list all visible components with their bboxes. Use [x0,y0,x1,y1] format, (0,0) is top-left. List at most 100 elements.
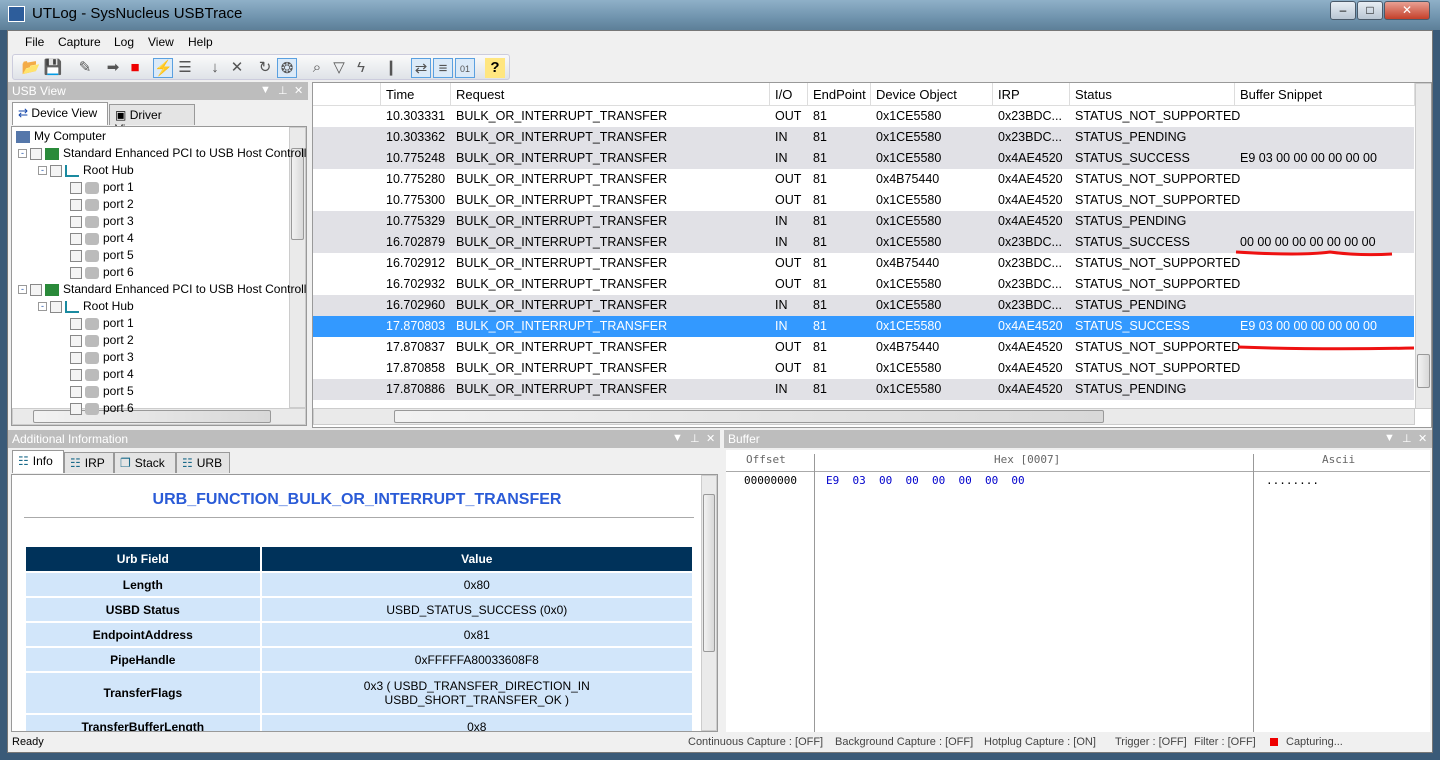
checkbox[interactable] [70,385,82,398]
hex-bytes[interactable]: E9 03 00 00 00 00 00 00 [826,474,1025,487]
find-icon[interactable]: ⌕ [307,58,327,78]
pin-icon[interactable]: ⊥ [278,84,288,97]
column-header-buffer-snippet[interactable]: Buffer Snippet [1235,83,1415,106]
table-row[interactable]: 16.702932 BULK_OR_INTERRUPT_TRANSFER OUT 81… [313,274,1414,295]
tree-item-port[interactable]: port 5 [70,384,134,398]
filter-icon[interactable]: ▽ [329,58,349,78]
tree-item-port[interactable]: port 6 [70,265,134,279]
checkbox[interactable] [70,266,82,279]
column-header-i-o[interactable]: I/O [770,83,808,106]
table-row[interactable]: 17.870858 BULK_OR_INTERRUPT_TRANSFER OUT 81… [313,358,1414,379]
column-header-status[interactable]: Status [1070,83,1235,106]
stop-capture-icon[interactable]: ■ [125,58,145,78]
tab-info[interactable]: ☷ Info [12,450,64,473]
table-row[interactable]: 16.702960 BULK_OR_INTERRUPT_TRANSFER IN 81 0… [313,295,1414,316]
tab-device-view[interactable]: ⇄ Device View [12,102,108,125]
tab-irp[interactable]: ☷ IRP [64,452,114,473]
checkbox[interactable] [70,317,82,330]
usb-icon[interactable]: ⇄ [411,58,431,78]
table-row[interactable]: 17.870837 BULK_OR_INTERRUPT_TRANSFER OUT 81… [313,337,1414,358]
tab-stack[interactable]: ❐ Stack [114,452,176,473]
menu-view[interactable]: View [148,35,174,49]
table-row[interactable]: 16.702879 BULK_OR_INTERRUPT_TRANSFER IN 81 0… [313,232,1414,253]
column-header-request[interactable]: Request [451,83,770,106]
checkbox[interactable] [70,198,82,211]
checkbox[interactable] [70,215,82,228]
checkbox[interactable] [70,402,82,415]
checkbox[interactable] [50,300,62,313]
column-header-endpoint[interactable]: EndPoint [808,83,871,106]
collapse-icon[interactable]: - [18,149,27,159]
scroll-thumb[interactable] [291,148,304,240]
tree-item-port[interactable]: port 4 [70,231,134,245]
tab-urb[interactable]: ☷ URB [176,452,230,473]
tree-item-port[interactable]: port 1 [70,316,134,330]
tree-item-port[interactable]: port 6 [70,401,134,415]
help-icon[interactable]: ? [485,58,505,78]
menu-capture[interactable]: Capture [58,35,101,49]
collapse-icon[interactable]: - [18,285,27,295]
tree-item-root-hub[interactable]: - Root Hub [38,299,134,313]
close-icon[interactable]: ✕ [294,84,303,97]
checkbox[interactable] [70,334,82,347]
tree-item-port[interactable]: port 1 [70,180,134,194]
checkbox[interactable] [70,181,82,194]
open-icon[interactable]: 📂 [21,58,41,78]
clear-icon[interactable]: ✕ [227,58,247,78]
column-header-time[interactable]: Time [381,83,451,106]
minimize-button[interactable]: – [1330,1,1356,20]
tree-item-port[interactable]: port 5 [70,248,134,262]
column-header-device-object[interactable]: Device Object [871,83,993,106]
checkbox[interactable] [70,368,82,381]
scroll-thumb[interactable] [703,494,715,652]
table-row[interactable]: 10.775280 BULK_OR_INTERRUPT_TRANSFER OUT 81… [313,169,1414,190]
collapse-icon[interactable]: - [38,166,47,176]
dropdown-icon[interactable]: ▼ [672,432,683,444]
tree-item-port[interactable]: port 3 [70,214,134,228]
table-row[interactable]: 10.775329 BULK_OR_INTERRUPT_TRANSFER IN 81 0… [313,211,1414,232]
tree-item-controller[interactable]: - Standard Enhanced PCI to USB Host Contr… [18,282,306,296]
tree-item-my-computer[interactable]: My Computer [16,129,106,143]
checkbox[interactable] [30,283,42,296]
dropdown-icon[interactable]: ▼ [260,84,271,96]
close-button[interactable]: ✕ [1384,1,1430,20]
scroll-thumb[interactable] [394,410,1104,423]
tree-item-port[interactable]: port 4 [70,367,134,381]
collapse-icon[interactable]: - [38,302,47,312]
tree-horizontal-scrollbar[interactable] [12,408,306,425]
tree-item-controller[interactable]: - Standard Enhanced PCI to USB Host Contr… [18,146,306,160]
pin-icon[interactable]: ⊥ [690,432,700,445]
table-row[interactable]: 10.775248 BULK_OR_INTERRUPT_TRANSFER IN 81 0… [313,148,1414,169]
down-arrow-icon[interactable]: ↓ [205,58,225,78]
checkbox[interactable] [70,351,82,364]
scroll-thumb[interactable] [1417,354,1430,388]
table-row[interactable]: 10.303331 BULK_OR_INTERRUPT_TRANSFER OUT 81… [313,106,1414,127]
column-header-irp[interactable]: IRP [993,83,1070,106]
dropdown-icon[interactable]: ▼ [1384,432,1395,444]
checkbox[interactable] [70,232,82,245]
stats-icon[interactable]: ❙ [381,58,401,78]
grid-vertical-scrollbar[interactable] [1415,83,1431,409]
tree-item-port[interactable]: port 3 [70,350,134,364]
start-capture-icon[interactable]: ➡ [103,58,123,78]
hex-icon[interactable]: 01 [455,58,475,78]
table-row[interactable]: 10.775300 BULK_OR_INTERRUPT_TRANSFER OUT 81… [313,190,1414,211]
log-icon[interactable]: ≡ [433,58,453,78]
tree-vertical-scrollbar[interactable] [289,127,306,408]
tree-item-port[interactable]: port 2 [70,197,134,211]
checkbox[interactable] [50,164,62,177]
menu-help[interactable]: Help [188,35,213,49]
table-row[interactable]: 16.702912 BULK_OR_INTERRUPT_TRANSFER OUT 81… [313,253,1414,274]
table-row[interactable]: 10.303362 BULK_OR_INTERRUPT_TRANSFER IN 81 0… [313,127,1414,148]
checkbox[interactable] [70,249,82,262]
checkbox[interactable] [30,147,42,160]
menu-file[interactable]: File [25,35,44,49]
refresh-icon[interactable]: ↻ [255,58,275,78]
table-row[interactable]: 17.870886 BULK_OR_INTERRUPT_TRANSFER IN 81 0… [313,379,1414,400]
bulb-icon[interactable]: ❂ [277,58,297,78]
scroll-thumb[interactable] [33,410,271,423]
menu-log[interactable]: Log [114,35,134,49]
tree-item-port[interactable]: port 2 [70,333,134,347]
list-icon[interactable]: ☰ [175,58,195,78]
pencil-icon[interactable]: ✎ [75,58,95,78]
